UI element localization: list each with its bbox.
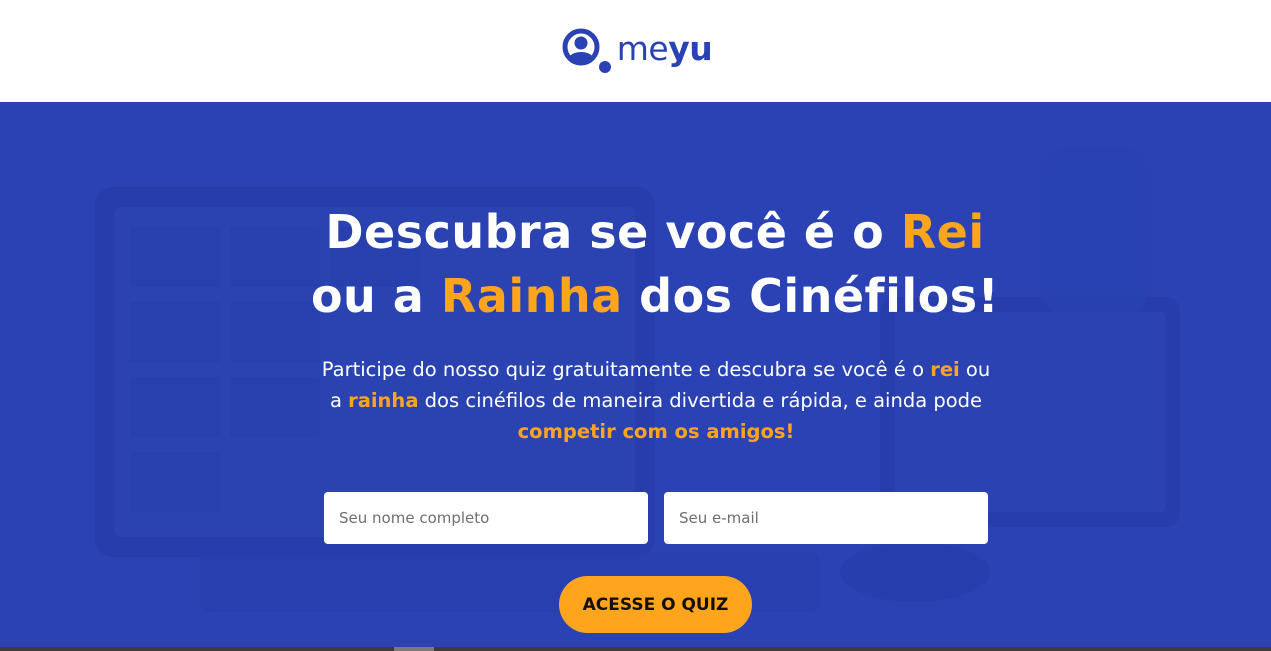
headline-accent-rei: Rei [900, 205, 985, 259]
brand-wordmark-bold: yu [668, 28, 713, 68]
access-quiz-button[interactable]: ACESSE O QUIZ [559, 576, 752, 633]
description-text-3: dos cinéfilos de maneira divertida e ráp… [418, 389, 983, 412]
user-icon [562, 28, 611, 73]
brand-logo[interactable]: meyu [561, 25, 713, 77]
brand-wordmark: meyu [616, 28, 713, 68]
site-header: meyu [0, 0, 1271, 102]
full-name-input[interactable] [324, 492, 648, 544]
hero-description: Participe do nosso quiz gratuitamente e … [320, 354, 992, 447]
email-input[interactable] [664, 492, 988, 544]
horizontal-scrollbar[interactable] [0, 647, 1271, 651]
headline-text-1: Descubra se você é o [325, 205, 901, 259]
scrollbar-thumb[interactable] [394, 647, 434, 651]
hero-content: Descubra se você é o Rei ou a Rainha dos… [0, 102, 1271, 647]
brand-wordmark-light: me [616, 28, 669, 68]
headline-text-2: ou a [310, 269, 441, 323]
description-text-1: Participe do nosso quiz gratuitamente e … [321, 358, 931, 381]
description-accent-competir: competir com os amigos! [517, 420, 795, 443]
headline-text-3: dos Cinéfilos! [622, 269, 1000, 323]
hero-section: Descubra se você é o Rei ou a Rainha dos… [0, 102, 1271, 647]
description-accent-rainha: rainha [348, 389, 419, 412]
description-accent-rei: rei [930, 358, 960, 381]
hero-headline: Descubra se você é o Rei ou a Rainha dos… [235, 200, 1075, 328]
headline-accent-rainha: Rainha [440, 269, 623, 323]
